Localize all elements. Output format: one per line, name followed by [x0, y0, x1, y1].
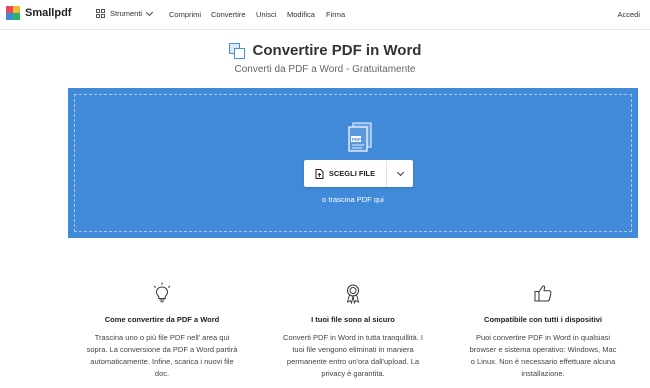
drop-zone-border: PDF SCEGLI FILE o trascina PDF qui: [74, 94, 632, 232]
feature-text: Converti PDF in Word in tutta tranquilli…: [263, 332, 443, 380]
feature-line: browser e sistema operativo: Windows, Ma…: [469, 345, 617, 354]
feature-line: tuoi file vengono eliminati in maniera: [292, 345, 414, 354]
choose-file-label: SCEGLI FILE: [328, 169, 376, 178]
feature-line: Puoi convertire PDF in Word in qualsiasi: [475, 333, 611, 342]
feature-text: Puoi convertire PDF in Word in qualsiasi…: [453, 332, 633, 380]
nav-item-unisci[interactable]: Unisci: [256, 10, 276, 19]
nav-item-modifica[interactable]: Modifica: [287, 10, 315, 19]
feature-line: Converti PDF in Word in tutta tranquilli…: [283, 333, 423, 342]
top-nav: Smallpdf Strumenti Comprimi Convertire U…: [0, 0, 650, 30]
feature-title: I tuoi file sono al sicuro: [311, 315, 395, 324]
choose-file-control: SCEGLI FILE: [304, 160, 413, 187]
thumbs-up-icon: [534, 285, 552, 302]
tools-label: Strumenti: [110, 9, 143, 18]
feature-line: permanente entro un'ora dall'upload. La: [286, 357, 420, 366]
feature-how-to: Come convertire da PDF a Word Trascina u…: [72, 282, 252, 380]
file-drop-zone[interactable]: PDF SCEGLI FILE o trascina PDF qui: [68, 88, 638, 238]
feature-line: automaticamente. Infine, scarica i nuovi…: [90, 357, 234, 366]
lightbulb-icon: [153, 282, 171, 303]
svg-text:PDF: PDF: [352, 137, 361, 142]
logo-text: Smallpdf: [25, 7, 72, 19]
feature-text: Trascina uno o più file PDF nell' area q…: [72, 332, 252, 380]
feature-line: sopra. La conversione da PDF a Word part…: [86, 345, 238, 354]
source-dropdown-button[interactable]: [387, 160, 413, 187]
tools-menu[interactable]: Strumenti: [96, 8, 154, 18]
feature-line: doc.: [154, 369, 170, 378]
page-title: Convertire PDF in Word: [252, 42, 422, 59]
feature-security: I tuoi file sono al sicuro Converti PDF …: [263, 282, 443, 380]
award-ribbon-icon: [346, 284, 360, 305]
login-link[interactable]: Accedi: [617, 10, 640, 19]
feature-line: o Linux. Non è necessario effettuare alc…: [470, 357, 616, 366]
feature-line: installazione.: [521, 369, 565, 378]
smallpdf-logo-icon: [6, 6, 20, 20]
drag-hint: o trascina PDF qui: [322, 195, 384, 204]
page-subtitle: Converti da PDF a Word - Gratuitamente: [234, 64, 416, 75]
nav-item-convertire[interactable]: Convertire: [211, 10, 246, 19]
feature-line: privacy è garantita.: [321, 369, 385, 378]
chevron-down-icon: [396, 168, 404, 176]
choose-file-button[interactable]: SCEGLI FILE: [304, 160, 387, 187]
chevron-down-icon: [146, 8, 154, 16]
page-header: Convertire PDF in Word: [0, 42, 650, 64]
grid-icon: [96, 9, 105, 18]
nav-item-firma[interactable]: Firma: [326, 10, 345, 19]
nav-item-comprimi[interactable]: Comprimi: [169, 10, 201, 19]
feature-compatibility: Compatibile con tutti i dispositivi Puoi…: [453, 282, 633, 380]
feature-title: Compatibile con tutti i dispositivi: [484, 315, 602, 324]
pdf-to-word-icon: [228, 42, 245, 59]
pdf-document-icon: PDF: [348, 122, 372, 152]
feature-title: Come convertire da PDF a Word: [104, 315, 220, 324]
file-upload-icon: [315, 168, 324, 179]
feature-line: Trascina uno o più file PDF nell' area q…: [94, 333, 230, 342]
logo[interactable]: Smallpdf: [6, 6, 71, 20]
